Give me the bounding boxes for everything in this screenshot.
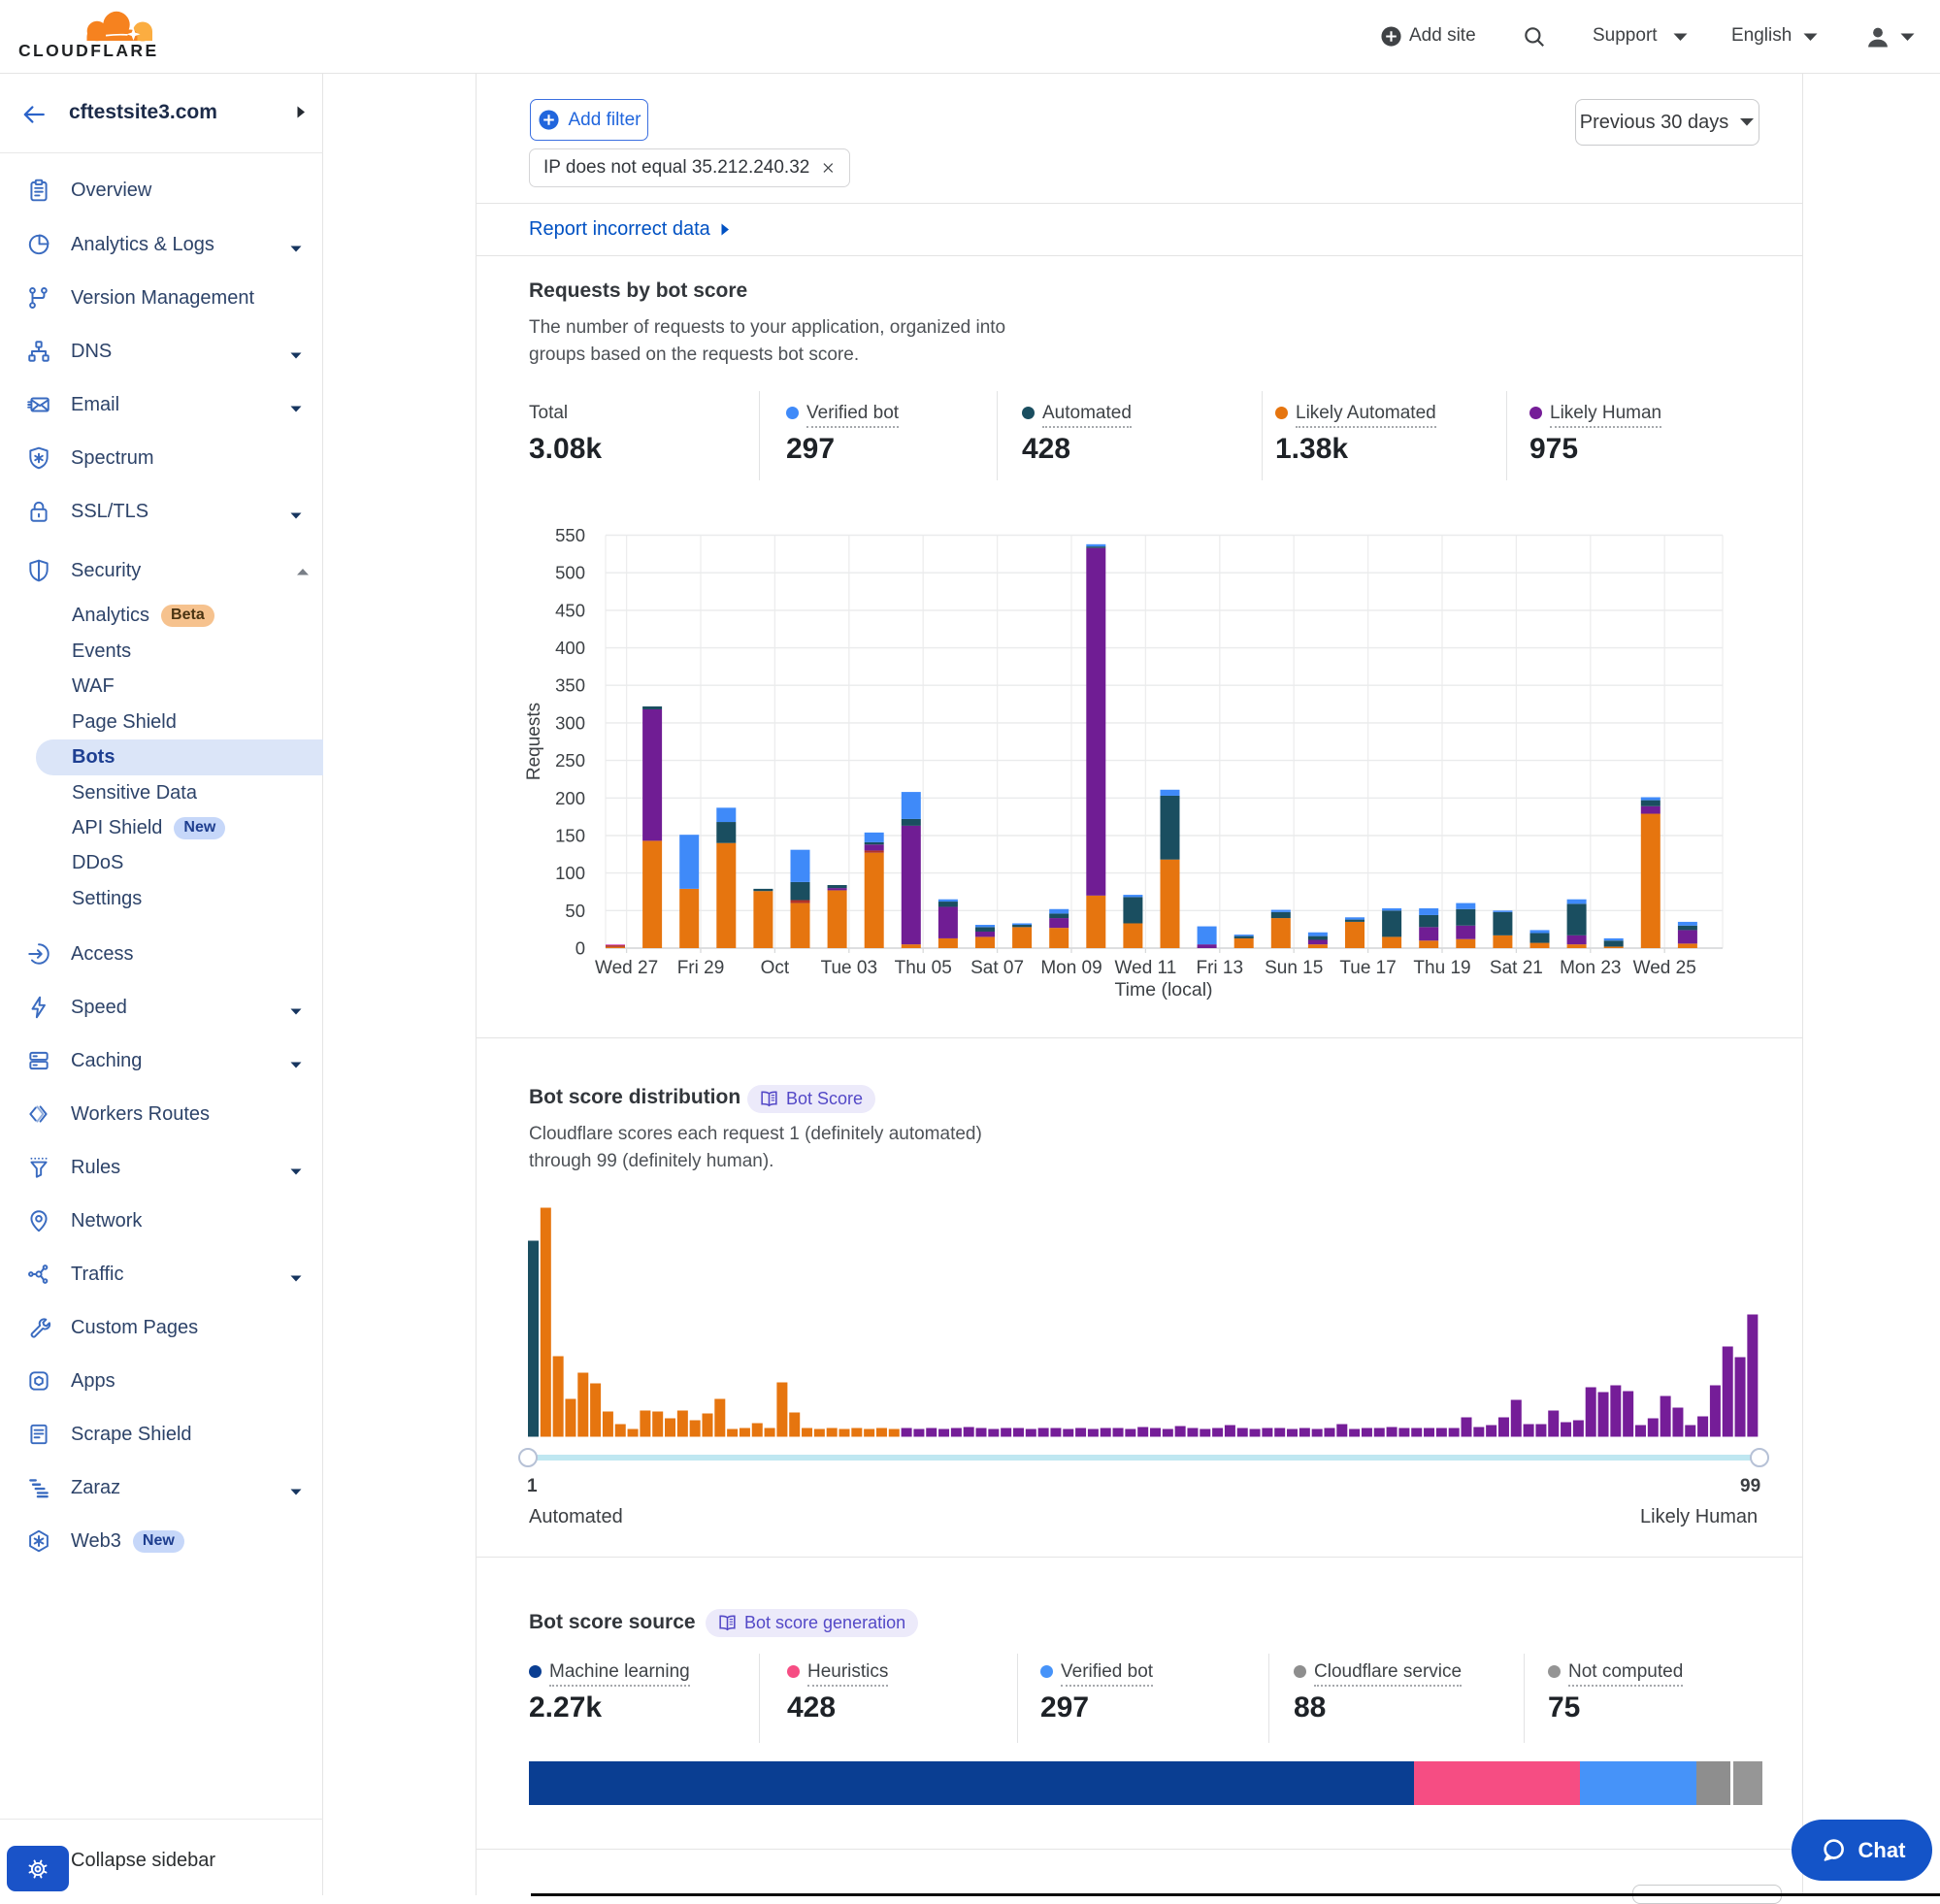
svg-text:50: 50 xyxy=(565,901,585,921)
svg-text:250: 250 xyxy=(555,750,585,771)
svg-text:200: 200 xyxy=(555,788,585,808)
svg-text:Oct: Oct xyxy=(761,958,790,978)
svg-text:150: 150 xyxy=(555,826,585,846)
svg-text:Wed 27: Wed 27 xyxy=(595,958,658,978)
svg-text:Wed 11: Wed 11 xyxy=(1115,958,1177,978)
svg-text:350: 350 xyxy=(555,675,585,696)
svg-text:Requests: Requests xyxy=(524,703,544,780)
svg-text:Mon 23: Mon 23 xyxy=(1560,958,1621,978)
svg-text:Thu 05: Thu 05 xyxy=(895,958,952,978)
svg-text:500: 500 xyxy=(555,563,585,583)
svg-text:550: 550 xyxy=(555,525,585,545)
svg-text:Sat 07: Sat 07 xyxy=(970,958,1024,978)
svg-text:CLOUDFLARE: CLOUDFLARE xyxy=(18,41,159,60)
svg-text:Wed 25: Wed 25 xyxy=(1633,958,1696,978)
svg-text:Sun 15: Sun 15 xyxy=(1265,958,1323,978)
svg-text:Tue 03: Tue 03 xyxy=(821,958,877,978)
svg-text:450: 450 xyxy=(555,600,585,620)
svg-text:Tue 17: Tue 17 xyxy=(1339,958,1396,978)
svg-text:Thu 19: Thu 19 xyxy=(1413,958,1470,978)
svg-text:400: 400 xyxy=(555,638,585,658)
svg-text:Mon 09: Mon 09 xyxy=(1040,958,1102,978)
svg-text:Sat 21: Sat 21 xyxy=(1490,958,1543,978)
svg-text:300: 300 xyxy=(555,712,585,733)
svg-text:100: 100 xyxy=(555,863,585,883)
svg-text:Fri 13: Fri 13 xyxy=(1197,958,1244,978)
svg-text:Time (local): Time (local) xyxy=(1114,979,1212,1001)
svg-text:0: 0 xyxy=(575,938,585,959)
svg-text:Fri 29: Fri 29 xyxy=(677,958,725,978)
